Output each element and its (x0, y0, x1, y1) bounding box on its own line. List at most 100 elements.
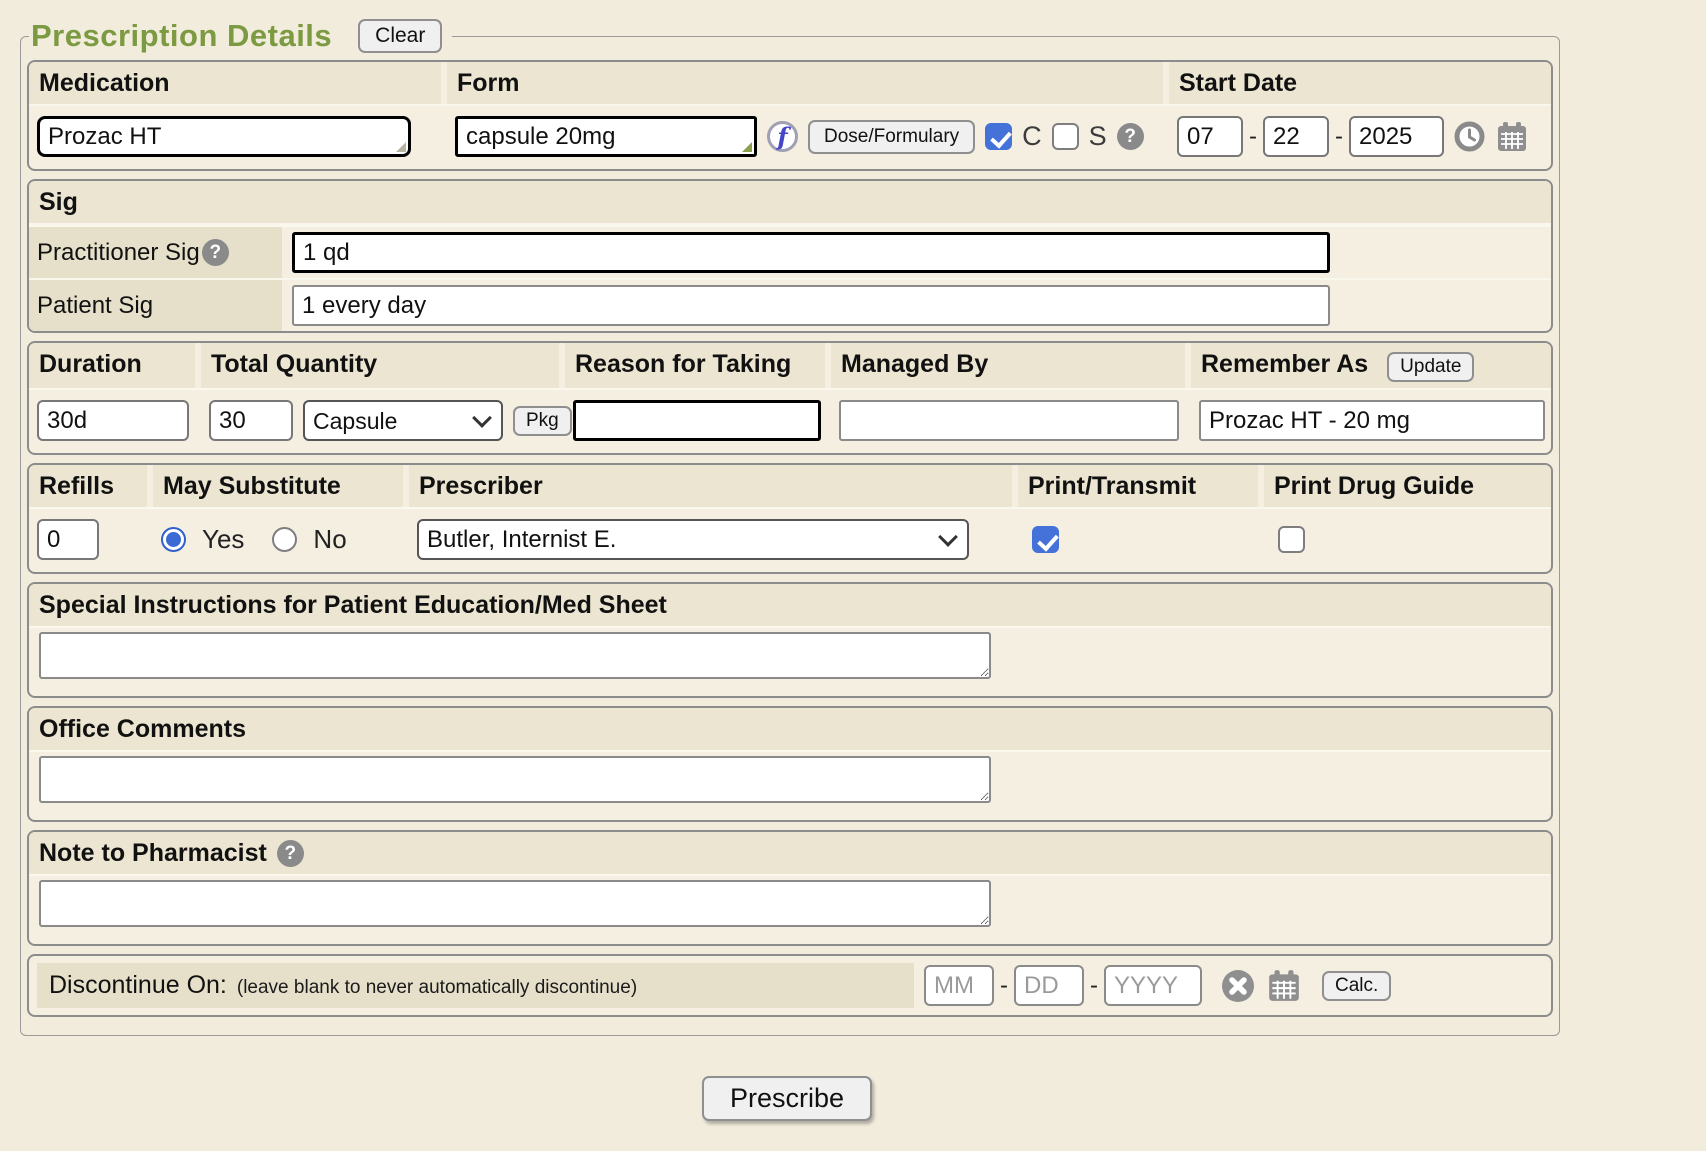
practitioner-sig-cell (288, 227, 1551, 278)
special-instructions-section: Special Instructions for Patient Educati… (27, 582, 1553, 698)
medication-body-row: f Dose/Formulary C S ? - - (29, 106, 1551, 169)
remember-as-label-cell: Remember As Update (1191, 343, 1551, 388)
update-button[interactable]: Update (1387, 352, 1474, 382)
may-substitute-cell: Yes No (153, 509, 403, 572)
formulary-icon[interactable]: f (767, 121, 798, 152)
date-separator: - (1335, 123, 1343, 151)
refills-input[interactable] (37, 519, 99, 560)
practitioner-sig-label: Practitioner Sig (37, 239, 200, 267)
print-transmit-cell (1018, 509, 1258, 572)
patient-sig-label-cell: Patient Sig (29, 280, 282, 331)
note-to-pharmacist-header-row: Note to Pharmacist ? (29, 832, 1551, 876)
practitioner-sig-label-cell: Practitioner Sig ? (29, 227, 282, 278)
print-transmit-checkbox[interactable] (1032, 526, 1059, 553)
date-separator: - (1249, 123, 1257, 151)
substitute-checkbox[interactable] (1052, 123, 1079, 150)
prescription-details-fieldset: Prescription Details Clear Medication Fo… (20, 18, 1560, 1036)
note-to-pharmacist-help-icon[interactable]: ? (277, 840, 304, 867)
refills-cell (29, 509, 147, 572)
form-cell: f Dose/Formulary C S ? (447, 106, 1163, 169)
fieldset-legend: Prescription Details Clear (29, 18, 452, 54)
medication-label: Medication (29, 62, 441, 104)
refills-header-row: Refills May Substitute Prescriber Print/… (29, 465, 1551, 509)
reason-label: Reason for Taking (565, 343, 825, 388)
print-drug-guide-cell (1264, 509, 1551, 572)
start-month-input[interactable] (1177, 116, 1243, 157)
prescriber-label: Prescriber (409, 465, 1012, 507)
prescribe-button[interactable]: Prescribe (702, 1076, 872, 1121)
discontinue-month-input[interactable] (924, 965, 994, 1006)
office-comments-cell (29, 752, 1551, 820)
patient-sig-label: Patient Sig (37, 292, 153, 320)
note-to-pharmacist-cell (29, 876, 1551, 944)
substitute-no-radio[interactable] (272, 527, 297, 552)
quantity-unit-select[interactable]: Capsule (303, 400, 503, 441)
date-separator: - (1000, 972, 1008, 1000)
special-instructions-textarea[interactable] (39, 632, 991, 679)
form-help-icon[interactable]: ? (1117, 123, 1144, 150)
medication-input[interactable] (37, 116, 411, 157)
discontinue-label: Discontinue On: (49, 971, 227, 1000)
note-to-pharmacist-textarea[interactable] (39, 880, 991, 927)
discontinue-year-input[interactable] (1104, 965, 1202, 1006)
duration-input[interactable] (37, 400, 189, 441)
note-to-pharmacist-label: Note to Pharmacist (39, 839, 267, 868)
controlled-substance-checkbox[interactable] (985, 123, 1012, 150)
duration-header-row: Duration Total Quantity Reason for Takin… (29, 343, 1551, 390)
clock-icon[interactable] (1454, 121, 1485, 152)
special-instructions-cell (29, 628, 1551, 696)
dose-formulary-button[interactable]: Dose/Formulary (808, 120, 975, 154)
patient-sig-cell (288, 280, 1551, 331)
managed-by-input[interactable] (839, 400, 1179, 441)
calc-button[interactable]: Calc. (1322, 971, 1391, 1001)
calendar-icon[interactable] (1495, 120, 1529, 154)
clear-date-icon[interactable] (1220, 968, 1256, 1004)
patient-sig-input[interactable] (292, 285, 1330, 326)
print-transmit-label: Print/Transmit (1018, 465, 1258, 507)
medication-cell (29, 106, 441, 169)
discontinue-section: Discontinue On: (leave blank to never au… (27, 954, 1553, 1017)
patient-sig-row: Patient Sig (29, 278, 1551, 331)
remember-as-cell (1191, 390, 1551, 453)
remember-as-input[interactable] (1199, 400, 1545, 441)
page-title: Prescription Details (31, 18, 332, 54)
substitute-yes-radio[interactable] (161, 527, 186, 552)
office-comments-header: Office Comments (29, 708, 1551, 752)
prescriber-select[interactable]: Butler, Internist E. (417, 519, 969, 560)
print-drug-guide-checkbox[interactable] (1278, 526, 1305, 553)
duration-section: Duration Total Quantity Reason for Takin… (27, 341, 1553, 455)
office-comments-textarea[interactable] (39, 756, 991, 803)
discontinue-day-input[interactable] (1014, 965, 1084, 1006)
prescription-page: Prescription Details Clear Medication Fo… (0, 0, 1706, 1121)
prescriber-cell: Butler, Internist E. (409, 509, 1012, 572)
form-input[interactable] (455, 116, 757, 157)
refills-body-row: Yes No Butler, Internist E. (29, 509, 1551, 572)
duration-body-row: Capsule Pkg (29, 390, 1551, 453)
refills-label: Refills (29, 465, 147, 507)
sig-header: Sig (29, 181, 1551, 225)
practitioner-sig-row: Practitioner Sig ? (29, 225, 1551, 278)
office-comments-section: Office Comments (27, 706, 1553, 822)
practitioner-sig-help-icon[interactable]: ? (202, 239, 229, 266)
remember-as-label: Remember As (1201, 350, 1368, 378)
start-day-input[interactable] (1263, 116, 1329, 157)
form-label: Form (447, 62, 1163, 104)
duration-cell (29, 390, 195, 453)
total-quantity-label: Total Quantity (201, 343, 559, 388)
reason-input[interactable] (573, 400, 821, 441)
discontinue-calendar-icon[interactable] (1266, 968, 1302, 1004)
discontinue-label-cell: Discontinue On: (leave blank to never au… (37, 963, 914, 1008)
start-year-input[interactable] (1349, 116, 1444, 157)
special-instructions-header: Special Instructions for Patient Educati… (29, 584, 1551, 628)
substitute-checkbox-label: S (1089, 121, 1107, 152)
controlled-substance-label: C (1022, 121, 1042, 152)
date-separator: - (1090, 972, 1098, 1000)
substitute-no-label: No (313, 524, 346, 555)
clear-button[interactable]: Clear (358, 19, 442, 53)
pkg-button[interactable]: Pkg (513, 406, 572, 436)
quantity-input[interactable] (209, 400, 293, 441)
practitioner-sig-input[interactable] (292, 232, 1330, 273)
may-substitute-label: May Substitute (153, 465, 403, 507)
start-date-label: Start Date (1169, 62, 1551, 104)
medication-section: Medication Form Start Date f Dose/Formul… (27, 60, 1553, 171)
